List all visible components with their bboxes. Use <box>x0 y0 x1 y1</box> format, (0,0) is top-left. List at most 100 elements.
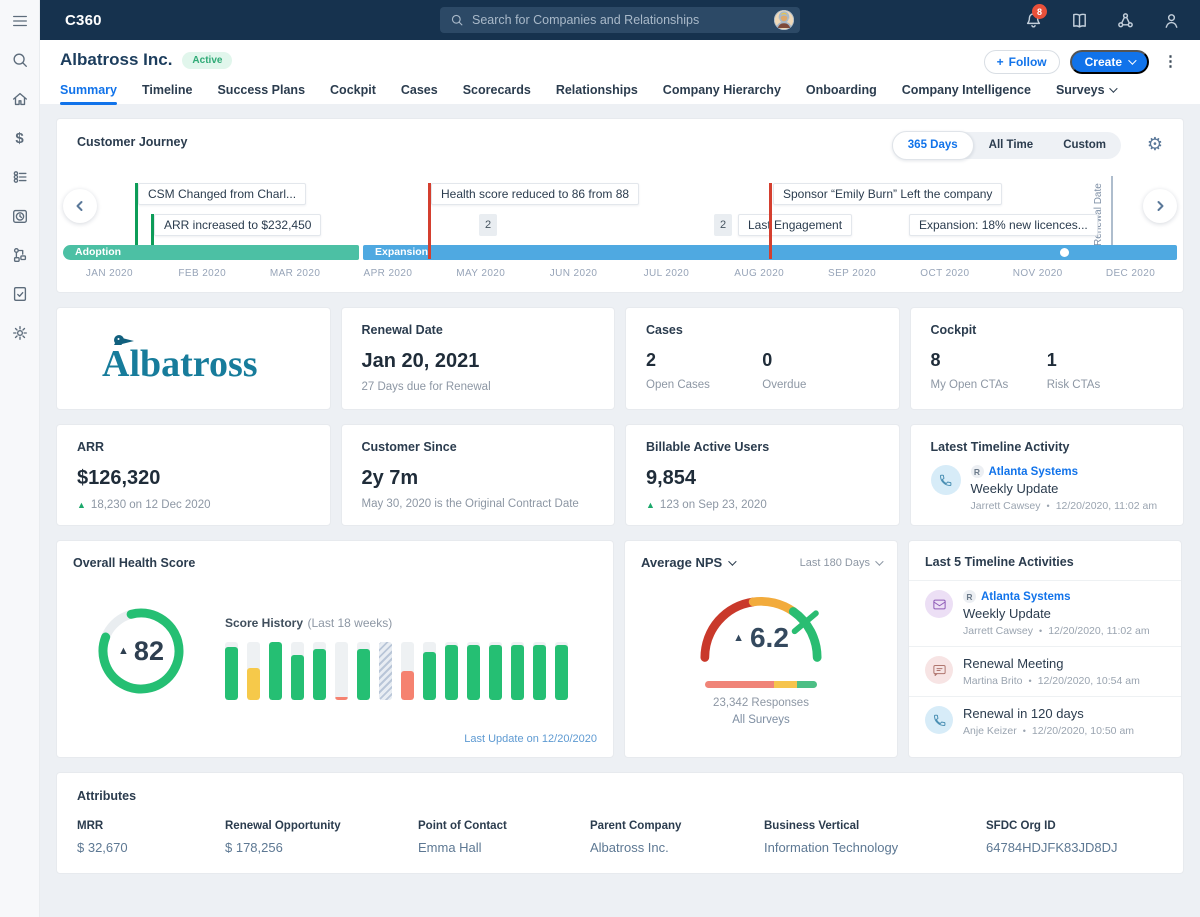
tab-cockpit[interactable]: Cockpit <box>330 83 376 103</box>
stage-adoption[interactable]: Adoption <box>63 245 359 260</box>
left-nav-rail: $ <box>0 0 40 917</box>
home-icon[interactable] <box>9 88 31 110</box>
tab-summary[interactable]: Summary <box>60 83 117 103</box>
chevron-down-icon <box>875 557 883 565</box>
chevron-down-icon <box>728 557 736 565</box>
event-count-badge[interactable]: 2 <box>479 214 497 236</box>
journey-settings-gear-icon[interactable]: ⚙ <box>1147 134 1163 154</box>
renewal-date-card: Renewal Date Jan 20, 2021 27 Days due fo… <box>341 307 616 410</box>
avatar[interactable] <box>774 10 794 30</box>
risk-ctas-value: 1 <box>1047 350 1163 371</box>
arr-delta: 18,230 on 12 Dec 2020 <box>91 499 211 511</box>
activity-title[interactable]: Renewal in 120 days <box>963 706 1134 721</box>
dot-separator: • <box>1047 501 1050 511</box>
billable-users-delta: 123 on Sep 23, 2020 <box>660 499 767 511</box>
journey-prev-button[interactable] <box>63 189 97 223</box>
range-all-time[interactable]: All Time <box>974 132 1049 159</box>
tab-cases[interactable]: Cases <box>401 83 438 103</box>
context-link[interactable]: Atlanta Systems <box>989 466 1078 478</box>
event-expansion[interactable]: Expansion: 18% new licences... <box>909 214 1098 236</box>
timeline-icon[interactable] <box>9 166 31 188</box>
event-arr-increased[interactable]: ARR increased to $232,450 <box>154 214 321 236</box>
email-icon <box>925 590 953 618</box>
card-title: Cockpit <box>931 323 1164 337</box>
card-title: ARR <box>77 440 310 454</box>
tab-scorecards[interactable]: Scorecards <box>463 83 531 103</box>
customer-since-card: Customer Since 2y 7m May 30, 2020 is the… <box>341 424 616 526</box>
search-icon[interactable] <box>9 49 31 71</box>
activity-title[interactable]: Renewal Meeting <box>963 656 1140 671</box>
overdue-value: 0 <box>762 350 878 371</box>
range-custom[interactable]: Custom <box>1048 132 1121 159</box>
schedule-icon[interactable] <box>9 205 31 227</box>
knowledge-book-icon[interactable] <box>1068 9 1090 31</box>
event-count-badge[interactable]: 2 <box>714 214 732 236</box>
journey-month-axis: JAN 2020 FEB 2020 MAR 2020 APR 2020 MAY … <box>63 268 1177 279</box>
create-button[interactable]: Create <box>1070 50 1149 74</box>
journey-next-button[interactable] <box>1143 189 1177 223</box>
activity-title[interactable]: Weekly Update <box>971 481 1158 496</box>
more-options-kebab-icon[interactable]: ⋮ <box>1159 50 1182 74</box>
event-csm-changed[interactable]: CSM Changed from Charl... <box>138 183 306 205</box>
tab-onboarding[interactable]: Onboarding <box>806 83 877 103</box>
settings-icon[interactable] <box>9 322 31 344</box>
activity-time: 12/20/2020, 10:54 am <box>1038 675 1140 687</box>
open-cases-value: 2 <box>646 350 762 371</box>
relationships-network-icon[interactable] <box>1114 9 1136 31</box>
renewal-date-subtitle: 27 Days due for Renewal <box>362 381 595 393</box>
nps-range-dropdown[interactable]: Last 180 Days <box>800 557 881 569</box>
nps-responses: 23,342 Responses <box>641 697 881 709</box>
customer-since-value: 2y 7m <box>362 467 595 490</box>
activity-author: Martina Brito <box>963 675 1023 687</box>
event-sponsor-left[interactable]: Sponsor “Emily Burn” Left the company <box>773 183 1002 205</box>
notifications-count-badge: 8 <box>1032 4 1047 19</box>
axis-month: FEB 2020 <box>156 268 249 279</box>
tab-relationships[interactable]: Relationships <box>556 83 638 103</box>
company-name: Albatross Inc. <box>60 50 172 70</box>
card-title: Renewal Date <box>362 323 595 337</box>
tab-surveys[interactable]: Surveys <box>1056 83 1115 103</box>
activity-author: Jarrett Cawsey <box>971 500 1041 512</box>
score-history: Score History (Last 18 weeks) <box>225 614 593 700</box>
revenue-icon[interactable]: $ <box>9 127 31 149</box>
card-title: Billable Active Users <box>646 440 879 454</box>
renewal-date-dot <box>1060 248 1069 257</box>
activity-list-item[interactable]: R Atlanta Systems Weekly Update Jarrett … <box>909 581 1181 647</box>
latest-activity-card: Latest Timeline Activity R Atlanta Syste… <box>910 424 1185 526</box>
event-flag <box>769 183 772 259</box>
activity-list-item[interactable]: Renewal in 120 days Anje Keizer•12/20/20… <box>909 697 1181 746</box>
tab-timeline[interactable]: Timeline <box>142 83 192 103</box>
activity-time: 12/20/2020, 10:50 am <box>1032 725 1134 737</box>
status-badge: Active <box>182 52 232 69</box>
journey-stage-bands: Adoption Expansion <box>63 245 1177 260</box>
health-last-update: Last Update on 12/20/2020 <box>464 733 597 745</box>
notifications-bell-icon[interactable]: 8 <box>1022 9 1044 31</box>
overdue-label: Overdue <box>762 379 878 391</box>
open-cases-label: Open Cases <box>646 379 762 391</box>
profile-icon[interactable] <box>1160 9 1182 31</box>
topbar: C360 Search for Companies and Relationsh… <box>40 0 1200 40</box>
event-last-engagement[interactable]: Last Engagement <box>738 214 852 236</box>
hierarchy-icon[interactable] <box>9 244 31 266</box>
tab-company-hierarchy[interactable]: Company Hierarchy <box>663 83 781 103</box>
attributes-grid: MRR$ 32,670 Renewal Opportunity$ 178,256… <box>77 820 1163 855</box>
event-health-score[interactable]: Health score reduced to 86 from 88 <box>431 183 639 205</box>
tasks-icon[interactable] <box>9 283 31 305</box>
context-link[interactable]: Atlanta Systems <box>981 591 1070 603</box>
trend-up-icon: ▲ <box>77 500 86 510</box>
menu-icon[interactable] <box>9 10 31 32</box>
nps-scope: All Surveys <box>641 714 881 726</box>
activity-list-item[interactable]: Renewal Meeting Martina Brito•12/20/2020… <box>909 647 1181 697</box>
activity-title[interactable]: Weekly Update <box>963 606 1150 621</box>
relationship-badge: R <box>963 590 976 603</box>
score-history-bars <box>225 642 593 700</box>
topbar-actions: 8 <box>1022 0 1182 40</box>
tab-success-plans[interactable]: Success Plans <box>217 83 305 103</box>
tab-company-intelligence[interactable]: Company Intelligence <box>902 83 1031 103</box>
billable-users-card: Billable Active Users 9,854 ▲123 on Sep … <box>625 424 900 526</box>
follow-button[interactable]: + Follow <box>984 50 1060 74</box>
global-search-input[interactable]: Search for Companies and Relationships <box>440 7 800 33</box>
range-365-days[interactable]: 365 Days <box>892 131 974 160</box>
phone-icon <box>925 706 953 734</box>
nps-title-dropdown[interactable]: Average NPS <box>641 555 734 570</box>
